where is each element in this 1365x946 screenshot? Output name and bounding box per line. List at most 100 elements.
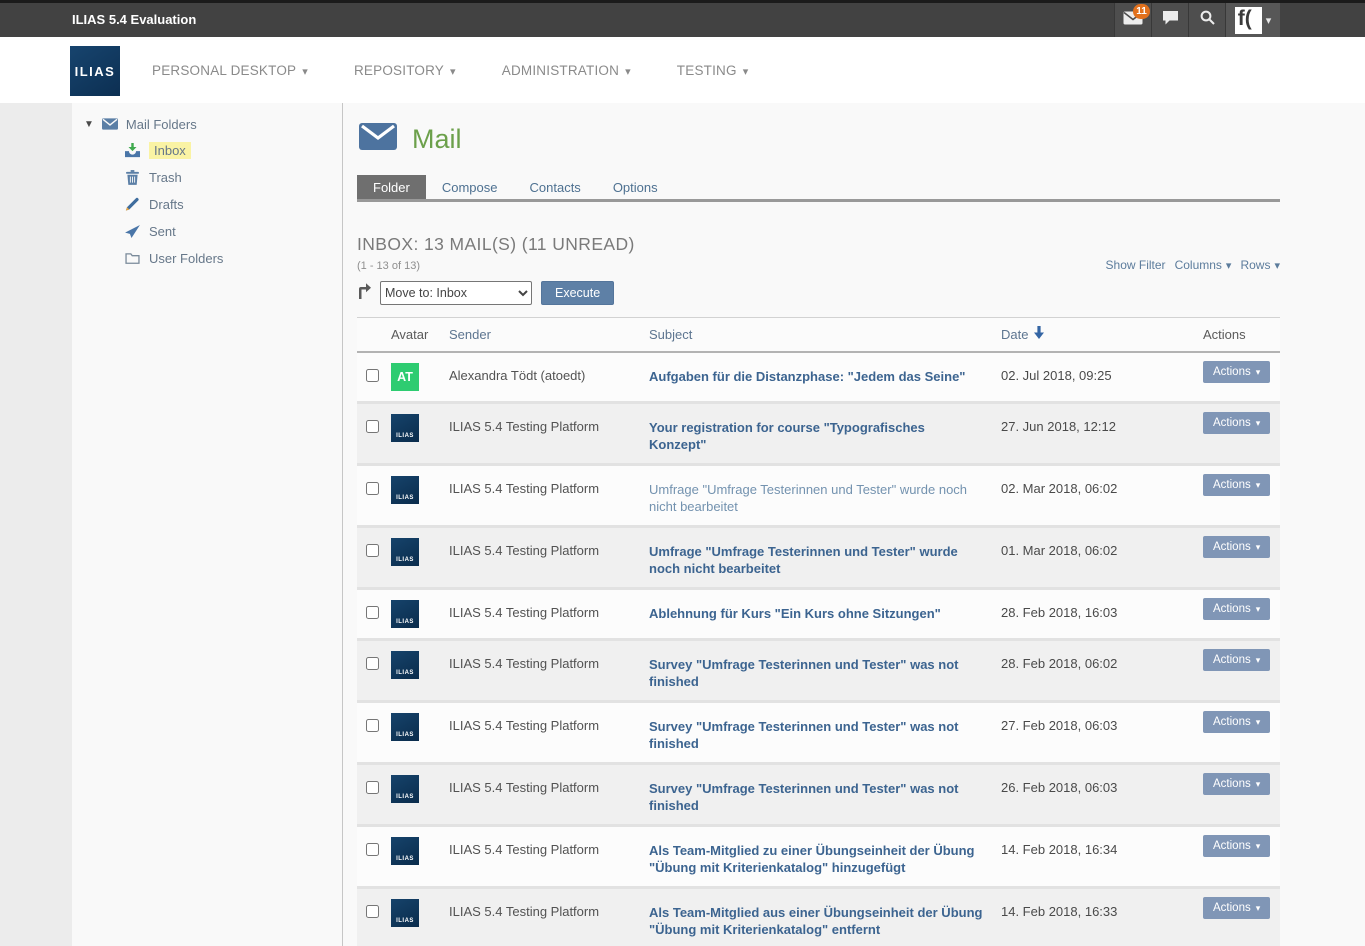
mail-subject-link[interactable]: Survey "Umfrage Testerinnen und Tester" … bbox=[649, 773, 1001, 814]
sidebar-item-inbox[interactable]: Inbox bbox=[124, 141, 342, 159]
show-filter-link[interactable]: Show Filter bbox=[1106, 258, 1166, 272]
tab-options[interactable]: Options bbox=[597, 175, 674, 199]
chevron-down-icon bbox=[1226, 258, 1232, 272]
actions-button[interactable]: Actions bbox=[1203, 649, 1270, 671]
sender-avatar[interactable]: ILIAS bbox=[391, 600, 419, 628]
row-checkbox[interactable] bbox=[366, 843, 379, 856]
mail-subject-link[interactable]: Ablehnung für Kurs "Ein Kurs ohne Sitzun… bbox=[649, 598, 1001, 622]
row-select-cell bbox=[357, 474, 391, 500]
actions-cell: Actions bbox=[1203, 536, 1280, 558]
mail-folders-root[interactable]: ▼ Mail Folders bbox=[84, 116, 342, 132]
mail-subject-link[interactable]: Your registration for course "Typografis… bbox=[649, 412, 1001, 453]
chevron-down-icon bbox=[1274, 258, 1280, 272]
sender-avatar[interactable]: ILIAS bbox=[391, 476, 419, 504]
actions-button[interactable]: Actions bbox=[1203, 474, 1270, 496]
sender-avatar[interactable]: ILIAS bbox=[391, 651, 419, 679]
sender-avatar[interactable]: ILIAS bbox=[391, 713, 419, 741]
sender-avatar[interactable]: ILIAS bbox=[391, 414, 419, 442]
actions-button[interactable]: Actions bbox=[1203, 711, 1270, 733]
sidebar-item-drafts[interactable]: Drafts bbox=[124, 195, 342, 213]
col-date[interactable]: Date bbox=[1001, 326, 1203, 342]
mail-subject-link[interactable]: Umfrage "Umfrage Testerinnen und Tester"… bbox=[649, 474, 1001, 515]
mail-row: ILIASILIAS 5.4 Testing PlatformUmfrage "… bbox=[357, 466, 1280, 528]
mail-table-header: Avatar Sender Subject Date Actions bbox=[357, 318, 1280, 353]
sender-name: Alexandra Tödt (atoedt) bbox=[449, 361, 649, 383]
sidebar-item-user-folders[interactable]: User Folders bbox=[124, 249, 342, 267]
row-checkbox[interactable] bbox=[366, 606, 379, 619]
columns-dropdown[interactable]: Columns bbox=[1175, 258, 1232, 272]
col-subject[interactable]: Subject bbox=[649, 327, 1001, 342]
rows-dropdown[interactable]: Rows bbox=[1240, 258, 1280, 272]
topbar-icon-group: 11 f( bbox=[1114, 3, 1280, 37]
row-checkbox[interactable] bbox=[366, 369, 379, 382]
tab-contacts[interactable]: Contacts bbox=[514, 175, 597, 199]
row-checkbox[interactable] bbox=[366, 719, 379, 732]
mail-notification-button[interactable]: 11 bbox=[1114, 3, 1151, 37]
user-menu-button[interactable]: f( bbox=[1225, 3, 1280, 37]
mail-folders-sidebar: ▼ Mail Folders Inbox Trash Drafts Sent User … bbox=[72, 103, 343, 946]
sender-avatar[interactable]: ILIAS bbox=[391, 899, 419, 927]
mail-folders-label: Mail Folders bbox=[126, 117, 197, 132]
execute-button[interactable]: Execute bbox=[541, 281, 614, 305]
mail-subject-link[interactable]: Survey "Umfrage Testerinnen und Tester" … bbox=[649, 711, 1001, 752]
actions-button[interactable]: Actions bbox=[1203, 773, 1270, 795]
avatar: f( bbox=[1235, 7, 1262, 34]
mail-subject-link[interactable]: Als Team-Mitglied aus einer Übungseinhei… bbox=[649, 897, 1001, 938]
sender-avatar[interactable]: ILIAS bbox=[391, 837, 419, 865]
sender-name: ILIAS 5.4 Testing Platform bbox=[449, 412, 649, 434]
mail-subject-link[interactable]: Umfrage "Umfrage Testerinnen und Tester"… bbox=[649, 536, 1001, 577]
tab-compose[interactable]: Compose bbox=[426, 175, 514, 199]
actions-cell: Actions bbox=[1203, 598, 1280, 620]
row-checkbox[interactable] bbox=[366, 544, 379, 557]
nav-testing[interactable]: TESTING bbox=[677, 63, 749, 78]
row-checkbox[interactable] bbox=[366, 420, 379, 433]
actions-button-label: Actions bbox=[1213, 479, 1251, 491]
tab-folder[interactable]: Folder bbox=[357, 175, 426, 199]
avatar-cell: ILIAS bbox=[391, 649, 449, 679]
avatar-cell: ILIAS bbox=[391, 474, 449, 504]
search-button[interactable] bbox=[1188, 3, 1225, 37]
sender-avatar[interactable]: ILIAS bbox=[391, 775, 419, 803]
result-range: (1 - 13 of 13) bbox=[357, 260, 635, 272]
actions-button-label: Actions bbox=[1213, 902, 1251, 914]
nav-personal-desktop[interactable]: PERSONAL DESKTOP bbox=[152, 63, 308, 78]
row-checkbox[interactable] bbox=[366, 781, 379, 794]
row-checkbox[interactable] bbox=[366, 657, 379, 670]
actions-button[interactable]: Actions bbox=[1203, 897, 1270, 919]
mail-row: ILIASILIAS 5.4 Testing PlatformAls Team-… bbox=[357, 827, 1280, 889]
nav-repository[interactable]: REPOSITORY bbox=[354, 63, 456, 78]
actions-button-label: Actions bbox=[1213, 366, 1251, 378]
sender-avatar[interactable]: AT bbox=[391, 363, 419, 391]
row-checkbox[interactable] bbox=[366, 482, 379, 495]
actions-button[interactable]: Actions bbox=[1203, 412, 1270, 434]
mail-subject-link[interactable]: Survey "Umfrage Testerinnen und Tester" … bbox=[649, 649, 1001, 690]
envelope-icon bbox=[102, 116, 118, 132]
tree-expand-icon[interactable]: ▼ bbox=[84, 119, 94, 130]
chevron-down-icon bbox=[450, 63, 456, 78]
sidebar-item-sent[interactable]: Sent bbox=[124, 222, 342, 240]
actions-button[interactable]: Actions bbox=[1203, 835, 1270, 857]
rows-label: Rows bbox=[1240, 258, 1270, 272]
actions-button[interactable]: Actions bbox=[1203, 598, 1270, 620]
sender-avatar[interactable]: ILIAS bbox=[391, 538, 419, 566]
col-sender[interactable]: Sender bbox=[449, 327, 649, 342]
move-to-select[interactable]: Move to: Inbox bbox=[380, 281, 532, 305]
actions-cell: Actions bbox=[1203, 773, 1280, 795]
mail-row: ILIASILIAS 5.4 Testing PlatformAls Team-… bbox=[357, 889, 1280, 946]
mail-row: AT Alexandra Tödt (atoedt)Aufgaben für di… bbox=[357, 353, 1280, 404]
sort-desc-icon bbox=[1034, 326, 1044, 342]
mail-subject-link[interactable]: Aufgaben für die Distanzphase: "Jedem da… bbox=[649, 361, 1001, 385]
actions-button-label: Actions bbox=[1213, 603, 1251, 615]
mail-icon bbox=[359, 123, 397, 155]
actions-button-label: Actions bbox=[1213, 541, 1251, 553]
ilias-logo[interactable]: ILIAS bbox=[70, 46, 120, 96]
sidebar-item-trash[interactable]: Trash bbox=[124, 168, 342, 186]
chat-button[interactable] bbox=[1151, 3, 1188, 37]
chat-icon bbox=[1162, 10, 1179, 30]
nav-administration[interactable]: ADMINISTRATION bbox=[502, 63, 631, 78]
row-checkbox[interactable] bbox=[366, 905, 379, 918]
row-select-cell bbox=[357, 412, 391, 438]
actions-button[interactable]: Actions bbox=[1203, 536, 1270, 558]
actions-button[interactable]: Actions bbox=[1203, 361, 1270, 383]
mail-subject-link[interactable]: Als Team-Mitglied zu einer Übungseinheit… bbox=[649, 835, 1001, 876]
